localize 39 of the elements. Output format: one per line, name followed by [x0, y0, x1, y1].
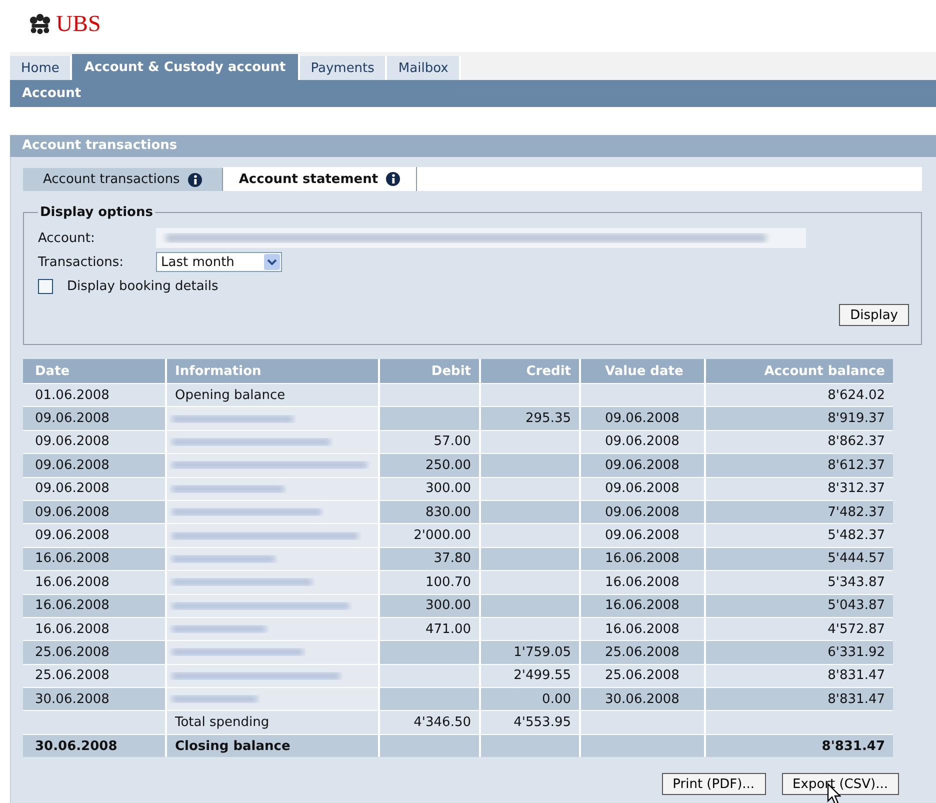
table-cell-text: 5'043.87 — [826, 597, 886, 616]
nav-tab[interactable]: Payments — [300, 56, 388, 80]
table-cell-text: 6'331.92 — [826, 644, 886, 662]
checkbox-label: Display booking details — [67, 278, 218, 294]
table-cell-text: 8'624.02 — [826, 386, 886, 405]
table-cell-text: 8'612.37 — [826, 456, 886, 475]
table-cell-text: 8'919.37 — [826, 410, 886, 428]
transactions-dropdown[interactable]: Last month — [156, 252, 282, 272]
column-header: Account balance — [763, 362, 886, 380]
statement-tab[interactable]: Account statement — [222, 167, 418, 191]
table-cell-text: 8'831.47 — [826, 690, 886, 709]
table-cell-text: 8'862.37 — [826, 433, 886, 452]
field-label: Account: — [38, 230, 96, 246]
sub-nav-item[interactable]: Account — [22, 86, 82, 101]
statement-tab[interactable]: Account transactions — [23, 168, 223, 191]
nav-tab[interactable]: Mailbox — [387, 56, 462, 80]
field-label: Transactions: — [38, 254, 125, 270]
nav-tab[interactable]: Home — [10, 56, 72, 80]
info-icon — [188, 172, 202, 186]
table-cell-text: 5'482.37 — [826, 527, 886, 546]
group-legend: Display options — [38, 205, 155, 220]
table-cell-text: 8'831.47 — [826, 667, 886, 686]
nav-tab[interactable]: Account & Custody account — [72, 54, 300, 80]
table-cell-text: 5'343.87 — [826, 574, 886, 592]
display-button[interactable]: Display — [839, 304, 909, 326]
table-cell: 30.06.2008 — [23, 734, 167, 758]
export-button[interactable]: Export (CSV)... — [782, 773, 899, 796]
table-cell-text: 4'572.87 — [826, 620, 886, 639]
info-icon — [386, 172, 400, 186]
table-cell-text: 8'831.47 — [820, 738, 886, 756]
table-cell-text: 7'482.37 — [826, 504, 886, 522]
export-button[interactable]: Print (PDF)... — [662, 773, 766, 796]
checkbox[interactable] — [38, 278, 53, 294]
bank-logo: UBS — [56, 11, 101, 37]
chevron-down-icon — [264, 254, 280, 270]
panel-title: Account transactions — [10, 135, 936, 157]
table-cell-text: 5'444.57 — [826, 550, 886, 568]
table-cell-text: 8'312.37 — [826, 480, 886, 498]
table-cell: Closing balance — [167, 734, 380, 758]
